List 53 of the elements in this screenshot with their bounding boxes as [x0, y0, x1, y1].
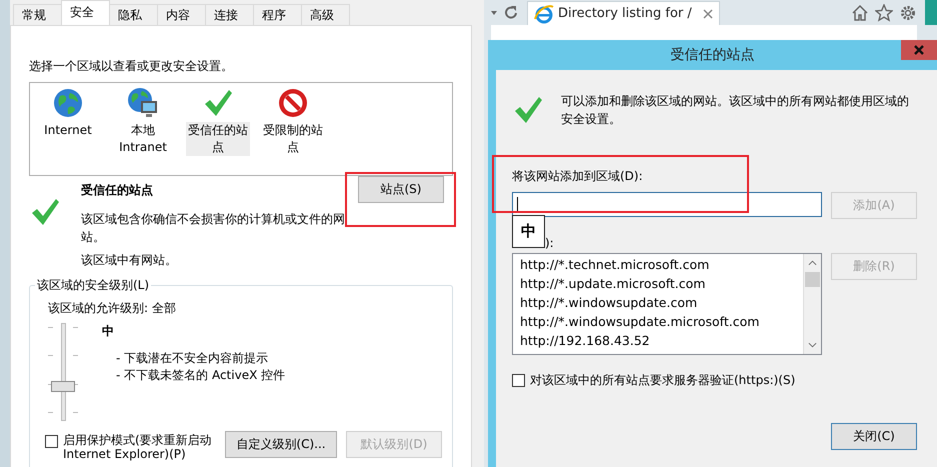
ime-indicator: 中 [512, 215, 545, 248]
window-edge [925, 0, 937, 25]
site-list[interactable]: http://*.technet.microsoft.com http://*.update.microsoft.com http://*.windowsupdate.com http://*.windowsupdate.microsoft.com http://192.168.43.52 [512, 253, 822, 355]
no-entry-icon[interactable] [277, 87, 309, 119]
checkbox-label: 对该区域中的所有站点要求服务器验证(https:)(S) [530, 372, 796, 389]
zone-item[interactable]: Internet [36, 122, 100, 139]
security-slider[interactable] [48, 323, 78, 419]
browser-tab[interactable]: Directory listing for / [527, 1, 720, 25]
group-legend: 该区域的安全级别(L) [35, 277, 152, 294]
checkbox-label: 启用保护模式(要求重新启动 Internet Explorer)(P) [63, 433, 213, 461]
level-detail: - 下载潜在不安全内容前提示 [116, 350, 270, 367]
settings-icon[interactable] [899, 4, 917, 22]
star-icon[interactable] [875, 4, 893, 22]
close-button[interactable] [901, 40, 937, 60]
site-item[interactable]: http://192.168.43.52 [520, 331, 803, 350]
allowed-level: 该区域的允许级别: 全部 [48, 300, 177, 317]
field-label: 将该网站添加到区域(D): [512, 168, 644, 185]
home-icon[interactable] [851, 4, 869, 22]
zone-status: 该区域中有网站。 [81, 252, 178, 269]
scroll-up-icon[interactable] [808, 260, 817, 266]
info-text: 可以添加和删除该区域的网站。该区域中的所有网站都使用区域的安全设置。 [561, 93, 910, 128]
tab[interactable]: 安全 [61, 0, 110, 25]
browser-logo-icon [534, 4, 554, 24]
zone-prompt: 选择一个区域以查看或更改安全设置。 [29, 58, 234, 75]
level-button[interactable]: 自定义级别(C)... [225, 431, 337, 458]
checkbox[interactable] [45, 435, 58, 448]
checkbox[interactable] [512, 374, 525, 387]
close-dialog-button[interactable]: 关闭(C) [831, 423, 917, 450]
close-icon[interactable] [703, 8, 713, 18]
list-label: ): [545, 236, 555, 250]
tab[interactable]: 高级 [301, 4, 350, 25]
site-item[interactable]: http://*.update.microsoft.com [520, 274, 803, 293]
globe-monitor-icon[interactable] [127, 87, 159, 119]
url-input-field[interactable] [512, 192, 822, 217]
zone-title: 受信任的站点 [81, 182, 154, 198]
zone-item[interactable]: 受限制的站点 [261, 122, 325, 156]
dropdown-refresh-icon[interactable] [489, 4, 519, 22]
zone-description: 该区域包含你确信不会损害你的计算机或文件的网站。 [81, 211, 346, 246]
tab-title: Directory listing for / [558, 6, 693, 21]
scroll-down-icon[interactable] [808, 342, 817, 348]
site-item[interactable]: http://*.windowsupdate.com [520, 293, 803, 312]
level-detail: - 不下载未签名的 ActiveX 控件 [116, 367, 286, 384]
zone-item[interactable]: 受信任的站点 [186, 122, 250, 156]
sites-button[interactable]: 站点(S) [358, 176, 444, 203]
zone-item[interactable]: 本地 Intranet [111, 122, 175, 156]
scrollbar-thumb[interactable] [805, 272, 820, 287]
globe-icon[interactable] [52, 87, 84, 119]
window-title: 受信任的站点 [670, 46, 754, 64]
scrollbar[interactable] [803, 254, 821, 354]
site-item[interactable]: http://*.technet.microsoft.com [520, 255, 803, 274]
tab[interactable]: 常规 [13, 4, 62, 25]
level-name: 中 [102, 323, 115, 340]
site-item[interactable]: http://*.windowsupdate.microsoft.com [520, 312, 803, 331]
